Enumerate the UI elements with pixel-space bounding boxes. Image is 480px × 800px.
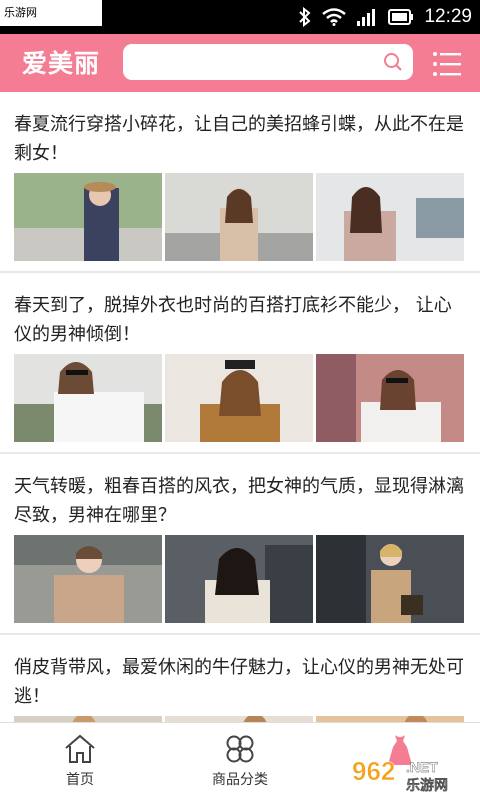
article-card[interactable]: 天气转暖，粗春百搭的风衣，把女神的气质，显现得淋漓尽致，男神在哪里？ [0,454,480,635]
category-icon[interactable] [224,733,256,765]
search-input[interactable] [133,50,373,74]
article-photo[interactable] [165,535,313,623]
nav-label-home[interactable]: 首页 [0,769,160,789]
article-images [14,173,466,261]
article-card[interactable]: 俏皮背带风，最爱休闲的牛仔魅力，让心仪的男神无处可逃！ [0,635,480,722]
svg-text:962: 962 [352,756,395,786]
status-icons: 12:29 [298,0,472,34]
article-images [14,354,466,442]
article-photo[interactable] [14,535,162,623]
watermark-top-left: 乐游网 www.962.net [0,0,102,45]
status-bar: 乐游网 www.962.net 12:29 [0,0,480,45]
article-images [14,535,466,623]
watermark-logo: 962 .NET 乐游网 [352,756,449,795]
article-card[interactable]: 春天到了，脱掉外衣也时尚的百搭打底衫不能少， 让心仪的男神倾倒！ [0,273,480,454]
article-photo[interactable] [316,354,464,442]
nav-item-home[interactable]: 首页 [0,723,160,800]
home-icon[interactable] [63,733,97,765]
battery-icon [388,9,414,25]
nav-label-category[interactable]: 商品分类 [160,769,320,789]
signal-icon [357,9,376,26]
search-icon[interactable] [383,52,403,72]
article-photo[interactable] [316,173,464,261]
wifi-icon [322,8,347,26]
search-box[interactable] [123,44,413,80]
status-clock: 12:29 [424,6,472,27]
svg-text:.NET: .NET [406,759,438,775]
article-title[interactable]: 俏皮背带风，最爱休闲的牛仔魅力，让心仪的男神无处可逃！ [14,653,466,711]
article-card[interactable]: 春夏流行穿搭小碎花，让自己的美招蜂引蝶，从此不在是剩女！ [0,92,480,273]
svg-text:乐游网: 乐游网 [406,777,448,794]
app-title: 爱美丽 [22,49,101,78]
bluetooth-icon [299,7,311,27]
article-photo[interactable] [316,535,464,623]
app-header: 爱美丽 [0,34,480,92]
article-title[interactable]: 天气转暖，粗春百搭的风衣，把女神的气质，显现得淋漓尽致，男神在哪里？ [14,472,466,530]
article-photo[interactable] [165,173,313,261]
menu-icon[interactable] [432,51,462,77]
article-title[interactable]: 春天到了，脱掉外衣也时尚的百搭打底衫不能少， 让心仪的男神倾倒！ [14,291,466,349]
article-photo[interactable] [14,173,162,261]
article-feed[interactable]: 春夏流行穿搭小碎花，让自己的美招蜂引蝶，从此不在是剩女！ 春天到了，脱掉外衣也时… [0,92,480,722]
nav-item-category[interactable]: 商品分类 [160,723,320,800]
article-title[interactable]: 春夏流行穿搭小碎花，让自己的美招蜂引蝶，从此不在是剩女！ [14,110,466,168]
article-photo[interactable] [165,354,313,442]
article-photo[interactable] [14,354,162,442]
